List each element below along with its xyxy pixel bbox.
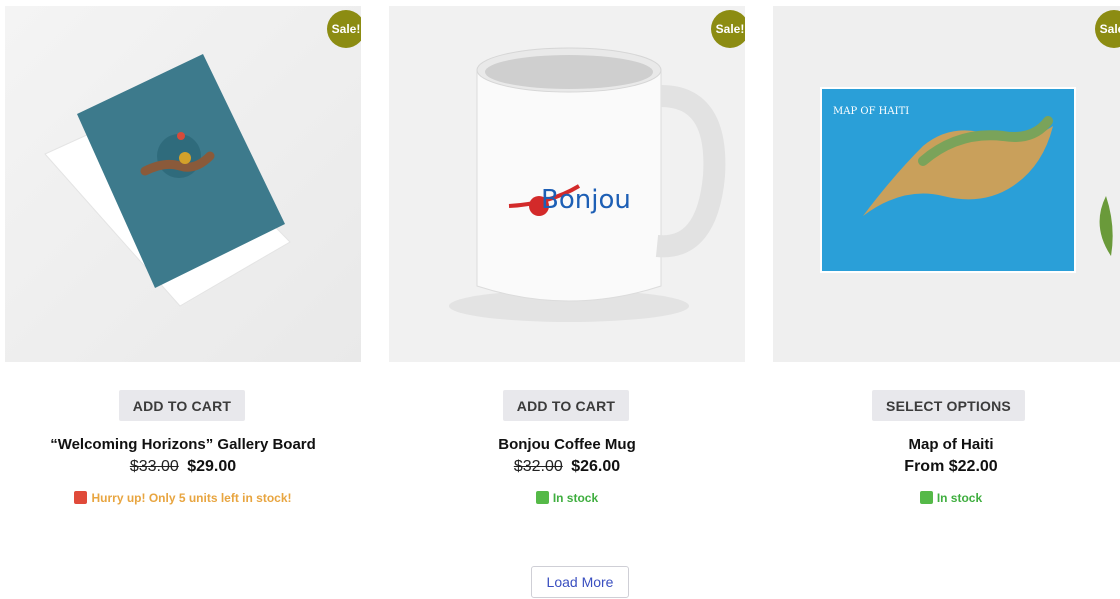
coffee-mug-image: Bonjou (389, 6, 745, 362)
product-price: From $22.00 (773, 458, 1120, 476)
stock-text: Hurry up! Only 5 units left in stock! (91, 491, 292, 505)
check-icon (535, 491, 549, 504)
product-image[interactable]: MAP OF HAITI Sale! (773, 6, 1120, 362)
load-more-button[interactable]: Load More (531, 566, 629, 598)
product-price: $32.00 $26.00 (389, 458, 745, 476)
product-image[interactable]: Sale! (5, 6, 361, 362)
product-card: MAP OF HAITI Sale! SELECT OPTIONS Map of… (773, 0, 1120, 505)
stock-status: In stock (773, 491, 1120, 505)
sale-badge: Sale! (711, 10, 745, 48)
stock-text: In stock (552, 491, 599, 505)
product-title[interactable]: Map of Haiti (773, 436, 1120, 453)
map-print-image: MAP OF HAITI (773, 6, 1120, 362)
product-grid: Sale! ADD TO CART “Welcoming Horizons” G… (0, 0, 1120, 540)
map-caption: MAP OF HAITI (833, 106, 909, 117)
sale-price: $26.00 (571, 458, 621, 475)
product-title[interactable]: “Welcoming Horizons” Gallery Board (5, 436, 361, 453)
stock-text: In stock (936, 491, 983, 505)
stock-status: Hurry up! Only 5 units left in stock! (5, 491, 361, 505)
sale-price: $29.00 (187, 458, 237, 475)
product-card: Sale! ADD TO CART “Welcoming Horizons” G… (5, 0, 361, 505)
stock-status: In stock (389, 491, 745, 505)
check-icon (919, 491, 933, 504)
add-to-cart-button[interactable]: ADD TO CART (503, 390, 629, 421)
product-price: $33.00 $29.00 (5, 458, 361, 476)
sale-badge: Sale! (327, 10, 361, 48)
price-from: From $22.00 (904, 458, 998, 475)
add-to-cart-button[interactable]: ADD TO CART (119, 390, 245, 421)
product-title[interactable]: Bonjou Coffee Mug (389, 436, 745, 453)
mug-text: Bonjou (541, 185, 631, 215)
select-options-button[interactable]: SELECT OPTIONS (872, 390, 1025, 421)
original-price: $32.00 (513, 458, 563, 475)
product-image[interactable]: Bonjou Sale! (389, 6, 745, 362)
product-card: Bonjou Sale! ADD TO CART Bonjou Coffee M… (389, 0, 745, 505)
siren-icon (74, 491, 88, 504)
original-price: $33.00 (129, 458, 179, 475)
gallery-board-image (5, 6, 361, 362)
